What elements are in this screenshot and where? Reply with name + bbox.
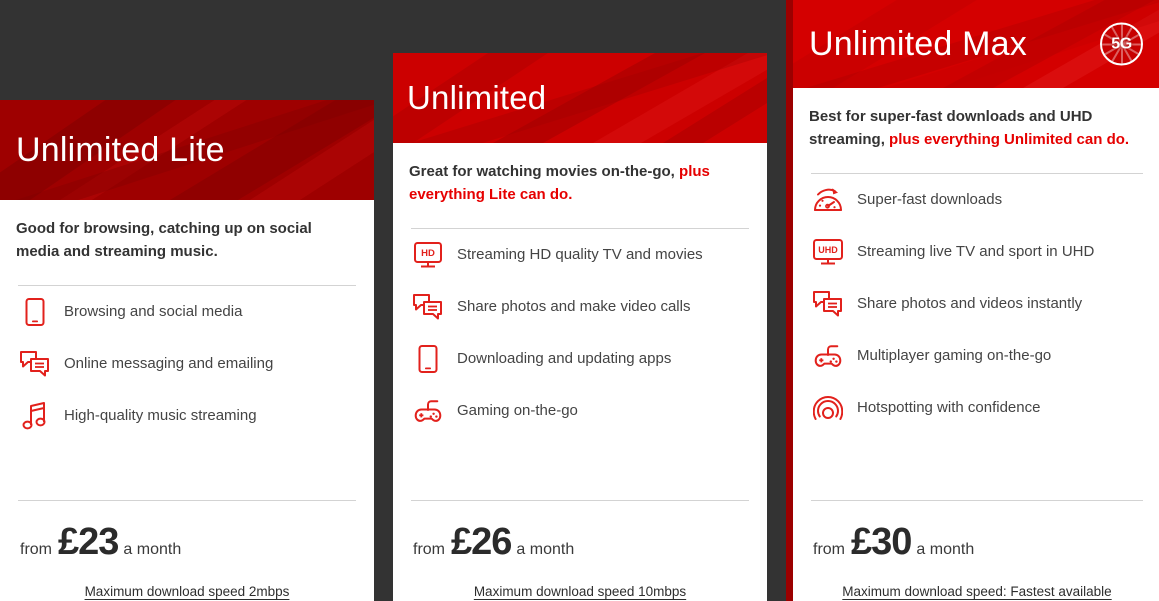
- plan-title: Unlimited: [407, 79, 547, 116]
- plan-subtitle-plain: Great for watching movies on-the-go,: [409, 163, 680, 180]
- feature-label: High-quality music streaming: [64, 406, 257, 424]
- plan-card-unlimited-lite[interactable]: Unlimited Lite Good for browsing, catchi…: [0, 100, 374, 601]
- gamepad-icon: [809, 339, 847, 373]
- download-speed-link[interactable]: Maximum download speed 10mbps: [474, 584, 686, 599]
- feature-item: Share photos and videos instantly: [809, 278, 1145, 330]
- plan-title: Unlimited Lite: [16, 130, 225, 169]
- price-period-label: a month: [123, 541, 182, 558]
- price-amount: £30: [851, 521, 912, 563]
- feature-item: Multiplayer gaming on-the-go: [809, 330, 1145, 382]
- price-row: from £30 a month: [809, 501, 1145, 561]
- plan-subtitle: Great for watching movies on-the-go, plu…: [409, 143, 751, 207]
- plan-body-unlimited-max: Best for super-fast downloads and UHD st…: [793, 88, 1159, 601]
- feature-item: HD Streaming HD quality TV and movies: [409, 229, 751, 281]
- price-period-label: a month: [916, 541, 975, 558]
- price-period-label: a month: [516, 541, 575, 558]
- feature-item: Downloading and updating apps: [409, 333, 751, 385]
- plan-subtitle-plain: Good for browsing, catching up on social…: [16, 220, 312, 261]
- svg-text:HD: HD: [421, 248, 435, 259]
- speedometer-icon: [809, 183, 847, 217]
- 5g-badge-label: 5G: [1111, 35, 1132, 52]
- plan-subtitle-emphasis: plus everything Unlimited can do.: [889, 131, 1130, 149]
- plan-subtitle: Good for browsing, catching up on social…: [16, 200, 358, 264]
- phone-icon: [16, 295, 54, 329]
- chat-bubbles-icon: [16, 347, 54, 381]
- feature-item: Browsing and social media: [16, 286, 358, 338]
- chat-bubbles-icon: [409, 290, 447, 324]
- plan-subtitle: Best for super-fast downloads and UHD st…: [809, 88, 1145, 152]
- speed-link-wrap: Maximum download speed: Fastest availabl…: [809, 561, 1145, 601]
- price-amount: £26: [451, 521, 512, 563]
- price-amount: £23: [58, 521, 119, 563]
- price-from-label: from: [813, 541, 845, 558]
- price-from-label: from: [20, 541, 52, 558]
- feature-label: Multiplayer gaming on-the-go: [857, 346, 1052, 364]
- speed-link-wrap: Maximum download speed 10mbps: [409, 561, 751, 601]
- feature-item: Online messaging and emailing: [16, 338, 358, 390]
- 5g-badge: 5G: [1100, 22, 1143, 66]
- chat-bubbles-icon: [809, 287, 847, 321]
- feature-label: Super-fast downloads: [857, 190, 1003, 208]
- feature-item: High-quality music streaming: [16, 390, 358, 442]
- plan-card-unlimited[interactable]: Unlimited Great for watching movies on-t…: [393, 53, 767, 601]
- plan-body-unlimited-lite: Good for browsing, catching up on social…: [0, 200, 374, 601]
- price-row: from £26 a month: [409, 501, 751, 561]
- feature-label: Share photos and make video calls: [457, 297, 691, 315]
- hotspot-icon: [809, 391, 847, 425]
- feature-label: Downloading and updating apps: [457, 349, 672, 367]
- feature-label: Browsing and social media: [64, 302, 243, 320]
- music-note-icon: [16, 399, 54, 433]
- uhd-tv-icon: UHD: [809, 235, 847, 269]
- speed-link-wrap: Maximum download speed 2mbps: [16, 561, 358, 601]
- feature-label: Gaming on-the-go: [457, 401, 578, 419]
- feature-label: Streaming HD quality TV and movies: [457, 245, 703, 263]
- price-from-label: from: [413, 541, 445, 558]
- feature-item: UHD Streaming live TV and sport in UHD: [809, 226, 1145, 278]
- download-speed-link[interactable]: Maximum download speed: Fastest availabl…: [842, 584, 1111, 599]
- price-row: from £23 a month: [16, 501, 358, 561]
- feature-label: Hotspotting with confidence: [857, 398, 1041, 416]
- plan-comparison-stage: Unlimited Lite Good for browsing, catchi…: [0, 0, 1159, 601]
- phone-icon: [409, 342, 447, 376]
- feature-item: Share photos and make video calls: [409, 281, 751, 333]
- plan-body-unlimited: Great for watching movies on-the-go, plu…: [393, 143, 767, 601]
- feature-list: Super-fast downloads UHD Streaming live …: [809, 174, 1145, 434]
- feature-item: Super-fast downloads: [809, 174, 1145, 226]
- plan-card-unlimited-max[interactable]: Unlimited Max 5G Best for super-fast dow…: [786, 0, 1159, 601]
- download-speed-link[interactable]: Maximum download speed 2mbps: [85, 584, 290, 599]
- feature-list: Browsing and social media Online messagi…: [16, 286, 358, 442]
- feature-label: Online messaging and emailing: [64, 354, 274, 372]
- feature-label: Share photos and videos instantly: [857, 294, 1083, 312]
- plan-header-unlimited-max: Unlimited Max 5G: [793, 0, 1159, 88]
- feature-label: Streaming live TV and sport in UHD: [857, 242, 1095, 260]
- gamepad-icon: [409, 394, 447, 428]
- plan-header-unlimited-lite: Unlimited Lite: [0, 100, 374, 200]
- svg-text:UHD: UHD: [818, 245, 838, 255]
- plan-header-unlimited: Unlimited: [393, 53, 767, 143]
- feature-item: Gaming on-the-go: [409, 385, 751, 437]
- hd-tv-icon: HD: [409, 238, 447, 272]
- plan-title: Unlimited Max: [809, 24, 1027, 63]
- feature-item: Hotspotting with confidence: [809, 382, 1145, 434]
- feature-list: HD Streaming HD quality TV and movies Sh…: [409, 229, 751, 437]
